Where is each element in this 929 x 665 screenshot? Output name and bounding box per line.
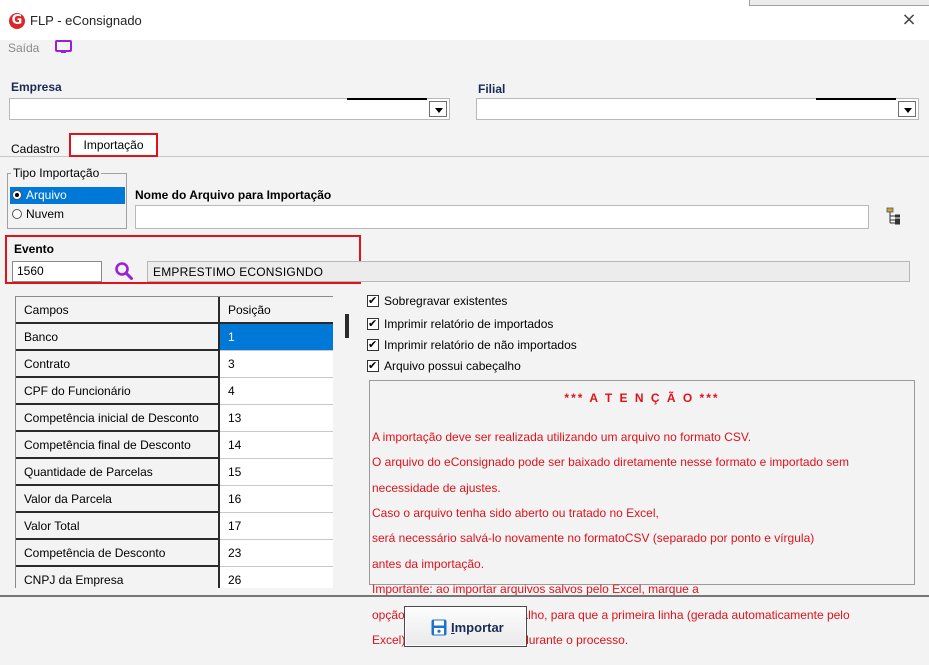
checkbox-icon[interactable] xyxy=(367,358,379,374)
checkbox-cabecalho-label: Arquivo possui cabeçalho xyxy=(384,359,521,373)
evento-code-input[interactable]: 1560 xyxy=(12,261,102,282)
campo-cell: Competência de Desconto xyxy=(16,540,220,567)
save-icon xyxy=(431,619,447,636)
footer-divider xyxy=(0,595,929,597)
title-bar: G FLP - eConsignado × xyxy=(0,0,929,40)
posicao-cell[interactable]: 4 xyxy=(220,378,333,405)
table-row[interactable]: Competência de Desconto 23 xyxy=(16,540,333,567)
campo-cell: Quantidade de Parcelas xyxy=(16,459,220,486)
notice-line: Importante: ao importar arquivos salvos … xyxy=(372,582,699,597)
notice-line: antes da importação. xyxy=(372,556,485,571)
tab-importacao[interactable]: Importação xyxy=(69,133,158,157)
saida-menu[interactable]: Saída xyxy=(8,41,39,55)
table-row[interactable]: CNPJ da Empresa 26 xyxy=(16,567,333,588)
table-scrollbar-thumb[interactable] xyxy=(345,314,349,338)
posicao-cell[interactable]: 14 xyxy=(220,432,333,459)
campo-cell: Banco xyxy=(16,324,220,351)
radio-nuvem-label: Nuvem xyxy=(26,207,65,221)
window-title: FLP - eConsignado xyxy=(30,13,142,28)
app-logo-icon: G xyxy=(9,13,25,29)
checkbox-relatorio-nao-importados-label: Imprimir relatório de não importados xyxy=(384,338,577,352)
campos-table: Campos Posição Banco 1 Contrato 3 CPF do… xyxy=(15,296,333,588)
campo-cell: CPF do Funcionário xyxy=(16,378,220,405)
campo-cell: CNPJ da Empresa xyxy=(16,567,220,588)
checkbox-relatorio-nao-importados[interactable]: Imprimir relatório de não importados xyxy=(367,337,577,353)
filial-label: Filial xyxy=(478,82,506,96)
notice-title: *** A T E N Ç Ã O *** xyxy=(564,391,720,405)
tab-cadastro[interactable]: Cadastro xyxy=(11,142,60,156)
campo-cell: Valor Total xyxy=(16,513,220,540)
checkbox-cabecalho[interactable]: Arquivo possui cabeçalho xyxy=(367,358,521,374)
posicao-cell[interactable]: 26 xyxy=(220,567,333,588)
close-icon[interactable]: × xyxy=(899,10,919,30)
notice-line: O arquivo do eConsignado pode ser baixad… xyxy=(372,455,849,470)
file-tree-icon[interactable] xyxy=(885,207,905,225)
column-header-campos[interactable]: Campos xyxy=(16,297,220,324)
radio-arquivo-label: Arquivo xyxy=(26,188,67,202)
table-row[interactable]: Competência final de Desconto 14 xyxy=(16,432,333,459)
table-row[interactable]: Banco 1 xyxy=(16,324,333,351)
checkbox-sobregravar[interactable]: Sobregravar existentes xyxy=(367,293,507,309)
notice-line: necessidade de ajustes. xyxy=(372,480,501,495)
campo-cell: Valor da Parcela xyxy=(16,486,220,513)
table-row[interactable]: Valor Total 17 xyxy=(16,513,333,540)
tipo-importacao-title: Tipo Importação xyxy=(11,166,102,180)
posicao-cell[interactable]: 13 xyxy=(220,405,333,432)
search-icon[interactable] xyxy=(114,261,134,281)
app-window: G FLP - eConsignado × Saída Empresa Fili… xyxy=(0,0,929,665)
attention-notice: *** A T E N Ç Ã O *** A importação deve … xyxy=(369,380,915,646)
radio-button-icon[interactable] xyxy=(12,209,22,219)
campo-cell: Competência final de Desconto xyxy=(16,432,220,459)
table-row[interactable]: Quantidade de Parcelas 15 xyxy=(16,459,333,486)
evento-label: Evento xyxy=(14,242,55,256)
posicao-cell[interactable]: 1 xyxy=(220,324,333,351)
chevron-down-icon[interactable] xyxy=(429,101,447,117)
chevron-down-icon[interactable] xyxy=(898,101,916,117)
table-row[interactable]: Valor da Parcela 16 xyxy=(16,486,333,513)
campo-cell: Competência inicial de Desconto xyxy=(16,405,220,432)
notice-line: A importação deve ser realizada utilizan… xyxy=(372,429,752,444)
table-row[interactable]: Competência inicial de Desconto 13 xyxy=(16,405,333,432)
radio-button-icon[interactable] xyxy=(12,190,22,200)
checkbox-sobregravar-label: Sobregravar existentes xyxy=(384,294,508,308)
posicao-cell[interactable]: 23 xyxy=(220,540,333,567)
evento-description: EMPRESTIMO ECONSIGNDO xyxy=(147,261,910,282)
notice-line: será necessário salvá-lo novamente no fo… xyxy=(372,531,815,546)
posicao-cell[interactable]: 15 xyxy=(220,459,333,486)
monitor-icon[interactable] xyxy=(55,40,72,54)
notice-line: Caso o arquivo tenha sido aberto ou trat… xyxy=(372,505,659,520)
radio-arquivo[interactable]: Arquivo xyxy=(10,187,125,204)
arquivo-input[interactable] xyxy=(135,205,869,229)
background-window-tabs xyxy=(749,0,929,6)
table-row[interactable]: Contrato 3 xyxy=(16,351,333,378)
table-header: Campos Posição xyxy=(16,297,333,324)
filial-select[interactable] xyxy=(476,98,919,120)
import-button[interactable]: Importar xyxy=(404,606,527,647)
checkbox-icon[interactable] xyxy=(367,316,379,332)
table-row[interactable]: CPF do Funcionário 4 xyxy=(16,378,333,405)
checkbox-icon[interactable] xyxy=(367,293,379,309)
empresa-select[interactable] xyxy=(9,98,450,120)
import-button-label: Importar xyxy=(451,620,504,635)
checkbox-relatorio-importados[interactable]: Imprimir relatório de importados xyxy=(367,316,553,332)
empresa-label: Empresa xyxy=(11,80,62,94)
posicao-cell[interactable]: 17 xyxy=(220,513,333,540)
posicao-cell[interactable]: 3 xyxy=(220,351,333,378)
radio-nuvem[interactable]: Nuvem xyxy=(10,206,125,223)
checkbox-relatorio-importados-label: Imprimir relatório de importados xyxy=(384,317,554,331)
column-header-posicao[interactable]: Posição xyxy=(220,297,333,324)
arquivo-label: Nome do Arquivo para Importação xyxy=(135,188,332,202)
posicao-cell[interactable]: 16 xyxy=(220,486,333,513)
checkbox-icon[interactable] xyxy=(367,337,379,353)
campo-cell: Contrato xyxy=(16,351,220,378)
